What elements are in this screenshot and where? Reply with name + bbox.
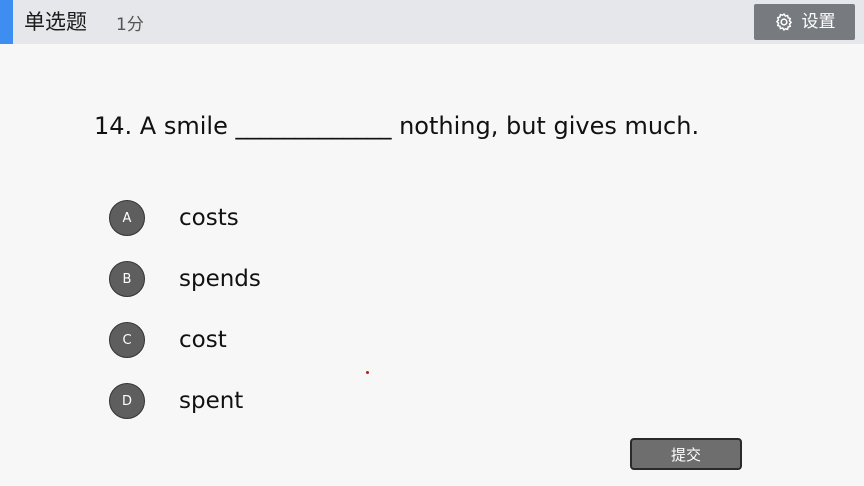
submit-button[interactable]: 提交 xyxy=(630,438,742,470)
accent-bar xyxy=(0,0,13,44)
option-text-b[interactable]: spends xyxy=(179,264,261,294)
question-text: 14. A smile _____________ nothing, but g… xyxy=(94,112,700,140)
settings-label: 设置 xyxy=(801,12,836,32)
header-bar: 单选题 1分 设置 xyxy=(0,0,864,44)
option-letter-d[interactable]: D xyxy=(109,383,145,419)
score-label: 1分 xyxy=(116,15,144,35)
option-text-c[interactable]: cost xyxy=(179,325,227,355)
option-letter-b[interactable]: B xyxy=(109,261,145,297)
option-b[interactable]: B spends xyxy=(109,260,261,298)
option-d[interactable]: D spent xyxy=(109,382,261,420)
option-c[interactable]: C cost xyxy=(109,321,261,359)
option-letter-c[interactable]: C xyxy=(109,322,145,358)
gear-icon xyxy=(774,12,794,32)
option-text-d[interactable]: spent xyxy=(179,386,243,416)
cursor-dot xyxy=(366,371,369,374)
settings-button[interactable]: 设置 xyxy=(754,4,855,40)
option-text-a[interactable]: costs xyxy=(179,203,239,233)
options-list: A costs B spends C cost D spent xyxy=(109,199,261,443)
question-type-title: 单选题 xyxy=(24,10,87,34)
option-letter-a[interactable]: A xyxy=(109,200,145,236)
option-a[interactable]: A costs xyxy=(109,199,261,237)
